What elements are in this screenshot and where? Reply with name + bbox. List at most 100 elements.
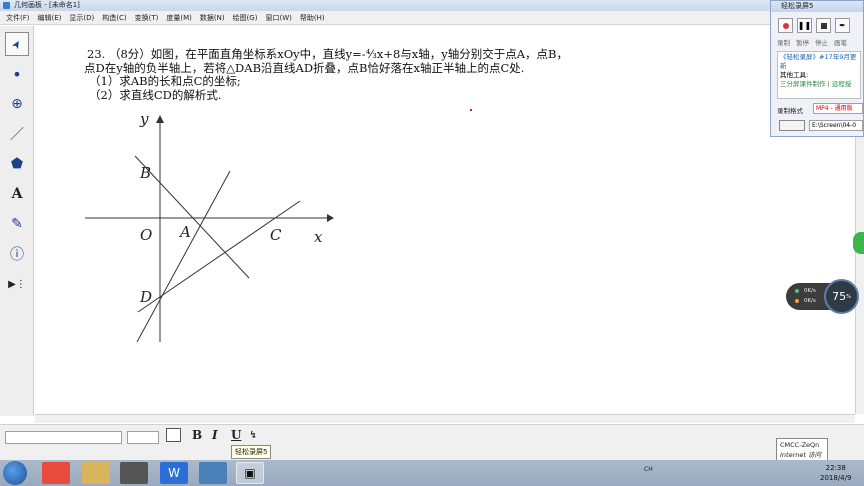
custom-tool[interactable]: ▶⋮ [5, 272, 29, 296]
menu-graph[interactable]: 绘图(G) [233, 13, 258, 23]
circle-icon: ⊕ [11, 96, 23, 112]
label-b: B [139, 164, 151, 182]
browser-icon[interactable] [199, 462, 227, 484]
recorder-taskbar-icon[interactable]: ▣ [236, 462, 264, 484]
menu-measure[interactable]: 度量(M) [166, 13, 192, 23]
line-ad [136, 170, 231, 343]
line-ab [134, 155, 250, 279]
menu-help[interactable]: 帮助(H) [300, 13, 325, 23]
input-language[interactable]: CH [644, 466, 653, 473]
network-status: Internet 访问 [780, 451, 821, 459]
compass-tool[interactable]: ⊕ [5, 92, 29, 116]
save-path-field[interactable]: E:\Screen\04-0 [809, 120, 863, 131]
stop-icon [820, 22, 827, 29]
play-menu-icon: ▶⋮ [8, 278, 26, 290]
record-icon [782, 22, 789, 29]
clock[interactable]: 22:38 2018/4/9 [820, 463, 851, 483]
red-dot [470, 109, 472, 111]
record-button[interactable] [778, 18, 793, 33]
italic-button[interactable]: I [212, 428, 218, 442]
menu-edit[interactable]: 编辑(E) [38, 13, 62, 23]
math-format-icon[interactable]: ↯ [249, 430, 258, 441]
label-pause: 暂停 [796, 39, 809, 47]
menu-display[interactable]: 显示(D) [69, 13, 94, 23]
upload-speed: 0K/s [804, 288, 816, 294]
label-record: 录制 [777, 39, 790, 47]
drawing-canvas[interactable]: 23. （8分）如图，在平面直角坐标系xOy中，直线y=-⁴⁄₃x+8与x轴，y… [35, 26, 855, 414]
menu-file[interactable]: 文件(F) [6, 13, 30, 23]
download-dot-icon [795, 299, 799, 303]
download-speed: 0K/s [804, 298, 816, 304]
polygon-tool[interactable]: ⬟ [5, 152, 29, 176]
underline-button[interactable]: U [231, 428, 241, 442]
point-tool[interactable]: • [5, 62, 29, 86]
text-tool[interactable]: A [5, 182, 29, 206]
pen-button[interactable]: ✒ [835, 18, 850, 33]
app-icon [3, 2, 10, 9]
recorder-icon: ▣ [244, 466, 256, 480]
memory-percent: 75 [832, 290, 847, 303]
straightedge-tool[interactable]: ／ [5, 122, 29, 146]
label-c: C [270, 226, 282, 244]
start-button[interactable] [3, 461, 27, 485]
problem-line-2: 点D在y轴的负半轴上，若将△DAB沿直线AD折叠，点B恰好落在x轴正半轴上的点C… [84, 60, 525, 75]
pencil-icon: ✎ [11, 216, 23, 232]
label-y: y [139, 112, 149, 128]
label-o: O [140, 226, 152, 244]
window-title-bar[interactable]: 几何画板 - [未命名1] [0, 0, 770, 11]
browse-folder-button[interactable] [779, 120, 805, 131]
geometry-figure: y x O B A C D [85, 112, 334, 343]
label-x: x [314, 228, 323, 246]
stop-button[interactable] [816, 18, 831, 33]
text-format-bar: B I U ↯ [0, 424, 864, 460]
marker-tool[interactable]: ✎ [5, 212, 29, 236]
font-size-select[interactable] [127, 431, 159, 444]
info-line-3[interactable]: 三分屏课件制作 | 远程授 [780, 80, 858, 89]
information-tool[interactable]: ⓘ [5, 242, 29, 266]
line-icon: ／ [10, 127, 24, 143]
info-line-2: 其他工具: [780, 71, 809, 79]
text-icon: A [11, 186, 23, 202]
menu-transform[interactable]: 变换(T) [135, 13, 159, 23]
format-select[interactable]: MP4 - 通用版 [813, 103, 863, 114]
taskbar-app-icon-1[interactable] [42, 462, 70, 484]
label-d: D [139, 288, 152, 306]
menu-data[interactable]: 数据(N) [200, 13, 225, 23]
side-widget-badge[interactable] [853, 232, 864, 254]
horizontal-scrollbar[interactable] [35, 414, 855, 423]
clock-time: 22:38 [825, 464, 846, 472]
y-axis-arrow [156, 115, 164, 123]
bold-button[interactable]: B [192, 428, 202, 442]
info-icon: ⓘ [10, 247, 24, 263]
info-line-1[interactable]: 《轻松录屏》#17年9月更新 [780, 53, 858, 71]
recorder-title[interactable]: 轻松录屏5 [771, 1, 863, 12]
recorder-buttons: ❚❚ ✒ [778, 18, 854, 33]
pause-button[interactable]: ❚❚ [797, 18, 812, 33]
toolbox: ➤ • ⊕ ／ ⬟ A ✎ ⓘ ▶⋮ [0, 26, 34, 416]
menu-bar: 文件(F) 编辑(E) 显示(D) 构造(C) 变换(T) 度量(M) 数据(N… [0, 11, 770, 25]
network-name: CMCC-ZeQn [780, 441, 820, 449]
menu-construct[interactable]: 构造(C) [102, 13, 126, 23]
label-a: A [178, 223, 191, 241]
taskbar: W ▣ CH 22:38 2018/4/9 [0, 460, 864, 486]
upload-dot-icon [795, 289, 799, 293]
x-axis-arrow [327, 214, 334, 222]
network-tooltip: CMCC-ZeQn Internet 访问 [776, 438, 828, 461]
word-icon[interactable]: W [160, 462, 188, 484]
screen-recorder-window: 轻松录屏5 ❚❚ ✒ 录制 暂停 停止 画笔 《轻松录屏》#17年9月更新 其他… [770, 0, 864, 137]
folder-icon[interactable] [82, 462, 110, 484]
select-arrow-tool[interactable]: ➤ [5, 32, 29, 56]
pen-icon: ✒ [839, 21, 846, 30]
polygon-icon: ⬟ [10, 156, 24, 172]
memory-usage-circle[interactable]: 75% [824, 279, 859, 314]
problem-line-1: 23. （8分）如图，在平面直角坐标系xOy中，直线y=-⁴⁄₃x+8与x轴，y… [87, 47, 569, 61]
problem-line-4: （2）求直线CD的解析式. [89, 87, 222, 102]
graduation-icon[interactable] [120, 462, 148, 484]
font-select[interactable] [5, 431, 122, 444]
menu-window[interactable]: 窗口(W) [265, 13, 291, 23]
window-title: 几何画板 - [未命名1] [14, 1, 80, 9]
problem-text: 23. （8分）如图，在平面直角坐标系xOy中，直线y=-⁴⁄₃x+8与x轴，y… [84, 47, 569, 102]
label-pen: 画笔 [834, 39, 847, 47]
label-stop: 停止 [815, 39, 828, 47]
color-picker[interactable] [166, 428, 181, 442]
